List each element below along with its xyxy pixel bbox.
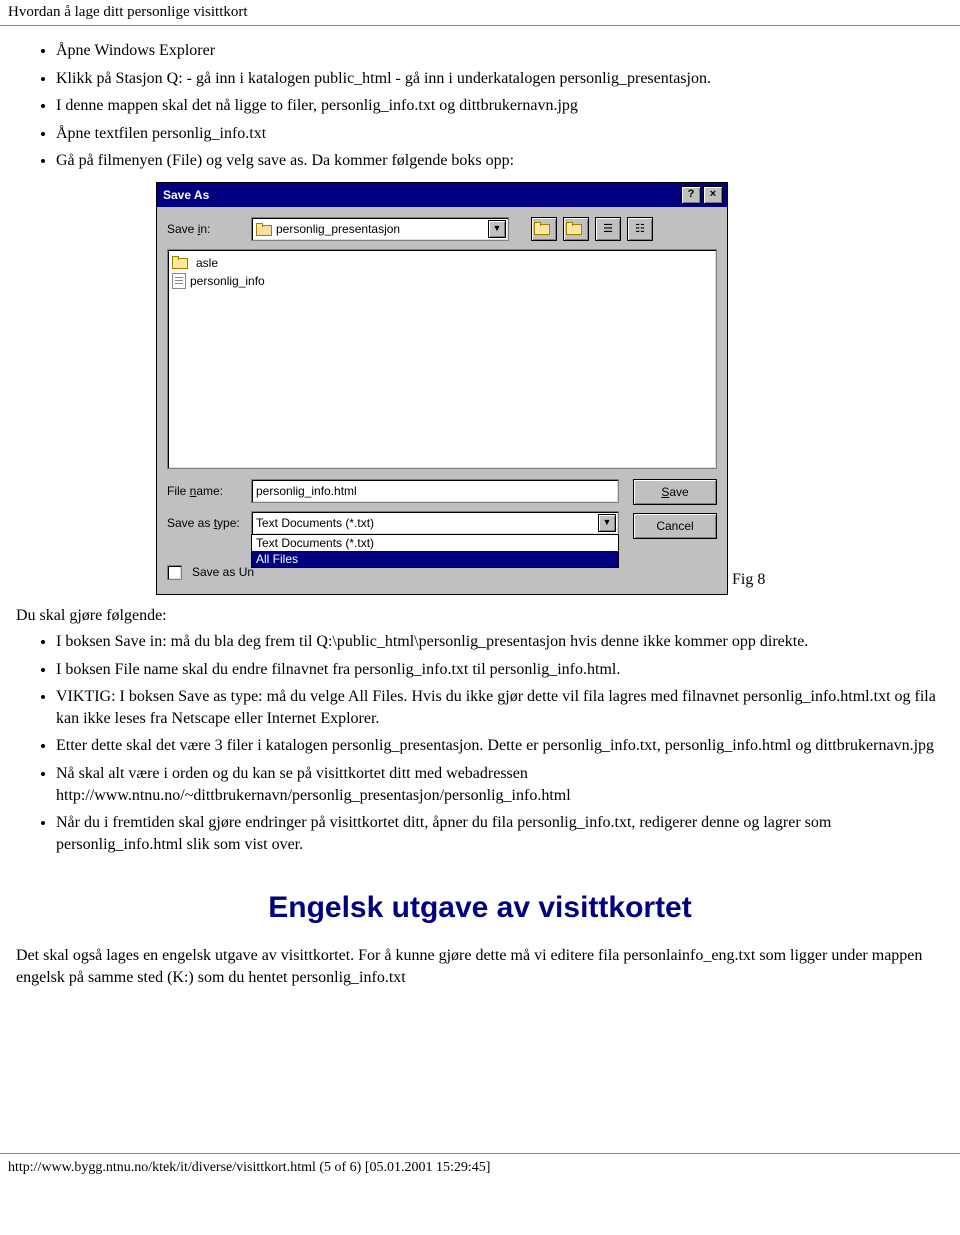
save-as-dialog: Save As ? × Save in: personlig_presentas… xyxy=(156,182,728,595)
file-name-label: File name: xyxy=(167,484,245,498)
list-item: Etter dette skal det være 3 filer i kata… xyxy=(56,735,944,757)
new-folder-icon xyxy=(566,222,582,235)
list-item-file[interactable]: personlig_info xyxy=(172,272,712,290)
dropdown-option[interactable]: Text Documents (*.txt) xyxy=(252,535,618,551)
file-listbox[interactable]: asle personlig_info xyxy=(167,249,717,469)
chevron-down-icon[interactable]: ▼ xyxy=(488,220,506,238)
list-item: Når du i fremtiden skal gjøre endringer … xyxy=(56,812,944,855)
list-item: Åpne Windows Explorer xyxy=(56,40,944,62)
instruction-list-1: Åpne Windows Explorer Klikk på Stasjon Q… xyxy=(16,40,944,172)
section-heading: Engelsk utgave av visittkortet xyxy=(16,891,944,925)
save-in-combo[interactable]: personlig_presentasjon ▼ xyxy=(251,217,509,241)
new-folder-button[interactable] xyxy=(563,217,589,241)
list-item: I boksen Save in: må du bla deg frem til… xyxy=(56,631,944,653)
up-folder-button[interactable] xyxy=(531,217,557,241)
page-header-title: Hvordan å lage ditt personlige visittkor… xyxy=(8,4,248,20)
dialog-title: Save As xyxy=(163,188,209,202)
save-as-type-dropdown: Text Documents (*.txt) All Files xyxy=(251,534,619,568)
list-item-label: personlig_info xyxy=(190,274,265,288)
help-button[interactable]: ? xyxy=(681,186,701,204)
save-as-type-value: Text Documents (*.txt) xyxy=(256,516,374,530)
folder-up-icon xyxy=(534,222,550,235)
list-item-folder[interactable]: asle xyxy=(172,254,712,272)
save-as-type-combo[interactable]: Text Documents (*.txt) ▼ xyxy=(251,511,619,535)
details-view-button[interactable]: ☷ xyxy=(627,217,653,241)
save-in-value: personlig_presentasjon xyxy=(276,222,400,236)
unicode-checkbox[interactable] xyxy=(167,565,182,580)
page-header: Hvordan å lage ditt personlige visittkor… xyxy=(0,0,960,26)
save-button[interactable]: Save xyxy=(633,479,717,505)
chevron-down-icon[interactable]: ▼ xyxy=(598,514,616,532)
list-item: Klikk på Stasjon Q: - gå inn i katalogen… xyxy=(56,68,944,90)
list-item: I boksen File name skal du endre filnavn… xyxy=(56,659,944,681)
file-name-input[interactable]: personlig_info.html xyxy=(251,479,619,503)
instruction-list-2: I boksen Save in: må du bla deg frem til… xyxy=(16,631,944,855)
close-button[interactable]: × xyxy=(703,186,723,204)
open-folder-icon xyxy=(256,223,272,236)
list-item-label: asle xyxy=(196,256,218,270)
list-item: Åpne textfilen personlig_info.txt xyxy=(56,123,944,145)
footer-text: http://www.bygg.ntnu.no/ktek/it/diverse/… xyxy=(8,1160,490,1175)
unicode-label: Save as Un xyxy=(192,565,254,579)
file-name-value: personlig_info.html xyxy=(256,484,357,498)
list-item: Nå skal alt være i orden og du kan se på… xyxy=(56,763,944,806)
dropdown-option-selected[interactable]: All Files xyxy=(252,551,618,567)
details-view-icon: ☷ xyxy=(635,222,645,235)
page-footer: http://www.bygg.ntnu.no/ktek/it/diverse/… xyxy=(0,1153,960,1182)
save-as-type-label: Save as type: xyxy=(167,516,245,530)
dialog-titlebar: Save As ? × xyxy=(157,183,727,207)
list-item: Gå på filmenyen (File) og velg save as. … xyxy=(56,150,944,172)
subheading: Du skal gjøre følgende: xyxy=(16,607,944,625)
list-view-button[interactable]: ☰ xyxy=(595,217,621,241)
save-in-label: Save in: xyxy=(167,222,245,236)
paragraph: Det skal også lages en engelsk utgave av… xyxy=(16,945,944,988)
list-view-icon: ☰ xyxy=(603,222,613,235)
page-content: Åpne Windows Explorer Klikk på Stasjon Q… xyxy=(0,26,960,1013)
folder-icon xyxy=(172,256,188,269)
text-file-icon xyxy=(172,273,186,289)
list-item: VIKTIG: I boksen Save as type: må du vel… xyxy=(56,686,944,729)
list-item: I denne mappen skal det nå ligge to file… xyxy=(56,95,944,117)
figure-caption: Fig 8 xyxy=(732,571,765,595)
cancel-button[interactable]: Cancel xyxy=(633,513,717,539)
